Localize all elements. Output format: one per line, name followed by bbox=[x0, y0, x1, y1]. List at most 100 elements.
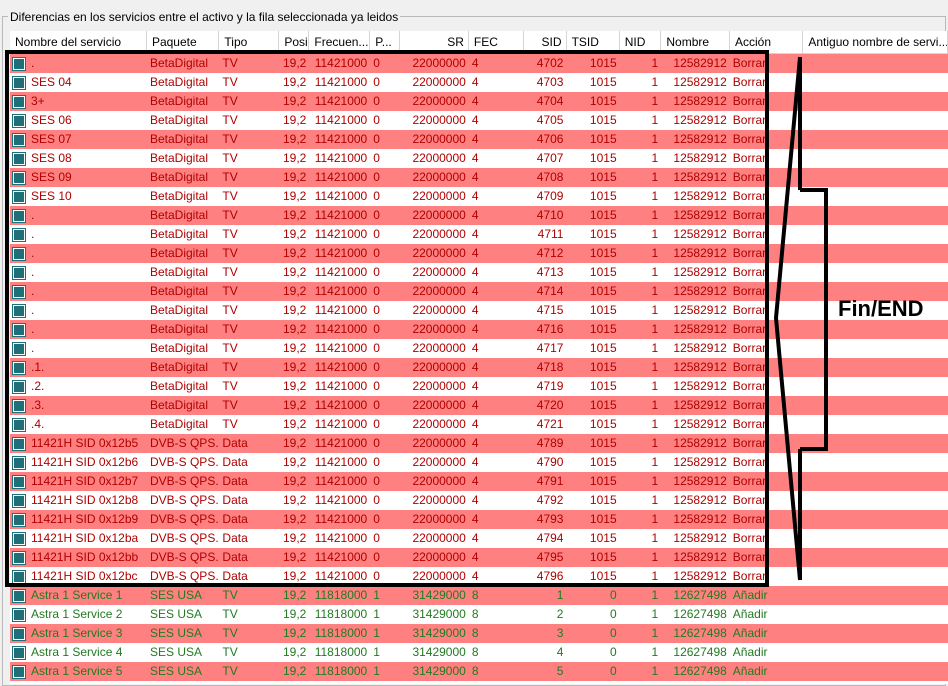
service-icon bbox=[13, 532, 25, 545]
column-header-name[interactable]: Nombre del servicio bbox=[10, 31, 147, 53]
cell-paquete: DVB-S QPS... bbox=[149, 569, 220, 583]
cell-sid: 4790 bbox=[536, 455, 564, 469]
table-row[interactable]: SES 08 BetaDigital TV 19,2 11421000 0 22000000… bbox=[10, 149, 948, 168]
cell-fec: 8 bbox=[471, 607, 479, 621]
service-icon bbox=[13, 646, 25, 659]
column-header-sr[interactable]: SR bbox=[400, 31, 469, 53]
service-name: 11421H SID 0x12bc bbox=[31, 569, 138, 583]
table-row[interactable]: 3+ BetaDigital TV 19,2 11421000 0 22000000 4 470… bbox=[10, 92, 948, 111]
table-row[interactable]: SES 06 BetaDigital TV 19,2 11421000 0 22000000… bbox=[10, 111, 948, 130]
cell-tsid: 0 bbox=[609, 645, 617, 659]
cell-pos: 19,2 bbox=[282, 113, 307, 127]
table-row[interactable]: . BetaDigital TV 19,2 11421000 0 22000000 4 4715… bbox=[10, 301, 948, 320]
column-header-fec[interactable]: FEC bbox=[469, 31, 525, 53]
table-row[interactable]: 11421H SID 0x12ba DVB-S QPS... Data 19,2 114… bbox=[10, 529, 948, 548]
cell-freq: 11421000 bbox=[314, 113, 368, 127]
table-row[interactable]: . BetaDigital TV 19,2 11421000 0 22000000 4 4717… bbox=[10, 339, 948, 358]
cell-tsid: 1015 bbox=[589, 75, 617, 89]
service-icon bbox=[13, 304, 25, 317]
cell-tsid: 1015 bbox=[589, 56, 617, 70]
cell-nid: 1 bbox=[651, 550, 659, 564]
table-row[interactable]: 11421H SID 0x12bb DVB-S QPS... Data 19,2 114… bbox=[10, 548, 948, 567]
cell-pos: 19,2 bbox=[282, 208, 307, 222]
table-row[interactable]: . BetaDigital TV 19,2 11421000 0 22000000 4 4713… bbox=[10, 263, 948, 282]
cell-nombre: 12627498 bbox=[673, 664, 727, 678]
cell-accion: Borrar bbox=[732, 531, 767, 545]
table-row[interactable]: . BetaDigital TV 19,2 11421000 0 22000000 4 4716… bbox=[10, 320, 948, 339]
table-row[interactable]: SES 10 BetaDigital TV 19,2 11421000 0 22000000… bbox=[10, 187, 948, 206]
table-row[interactable]: SES 09 BetaDigital TV 19,2 11421000 0 22000000… bbox=[10, 168, 948, 187]
table-row[interactable]: SES 04 BetaDigital TV 19,2 11421000 0 22000000… bbox=[10, 73, 948, 92]
table-row[interactable]: Astra 1 Service 5 SES USA TV 19,2 11818000 1 3… bbox=[10, 662, 948, 681]
service-name: . bbox=[31, 265, 35, 279]
column-header-tsid[interactable]: TSID bbox=[567, 31, 620, 53]
table-row[interactable]: Astra 1 Service 1 SES USA TV 19,2 11818000 1 3… bbox=[10, 586, 948, 605]
cell-sid: 3 bbox=[556, 626, 564, 640]
services-grid[interactable]: Nombre del servicioPaqueteTipoPosici...F… bbox=[10, 31, 948, 684]
cell-paquete: SES USA bbox=[149, 607, 202, 621]
cell-name: 11421H SID 0x12ba bbox=[10, 529, 147, 548]
cell-p: 0 bbox=[373, 227, 380, 241]
table-row[interactable]: .1. BetaDigital TV 19,2 11421000 0 22000000 4 47… bbox=[10, 358, 948, 377]
cell-accion: Borrar bbox=[732, 56, 767, 70]
cell-paquete: BetaDigital bbox=[149, 113, 208, 127]
table-row[interactable]: 11421H SID 0x12b6 DVB-S QPS... Data 19,2 114… bbox=[10, 453, 948, 472]
cell-freq: 11421000 bbox=[314, 284, 368, 298]
table-row[interactable]: . BetaDigital TV 19,2 11421000 0 22000000 4 4714… bbox=[10, 282, 948, 301]
table-row[interactable]: 11421H SID 0x12b9 DVB-S QPS... Data 19,2 114… bbox=[10, 510, 948, 529]
cell-tipo: Data bbox=[222, 569, 248, 583]
cell-freq: 11421000 bbox=[314, 303, 368, 317]
cell-tipo: TV bbox=[222, 588, 238, 602]
table-row[interactable]: . BetaDigital TV 19,2 11421000 0 22000000 4 4710… bbox=[10, 206, 948, 225]
table-row[interactable]: . BetaDigital TV 19,2 11421000 0 22000000 4 4702… bbox=[10, 54, 948, 73]
table-row[interactable]: 11421H SID 0x12b5 DVB-S QPS... Data 19,2 114… bbox=[10, 434, 948, 453]
service-name: 11421H SID 0x12b6 bbox=[31, 455, 139, 469]
cell-p: 0 bbox=[373, 398, 380, 412]
cell-nombre: 12627498 bbox=[673, 588, 727, 602]
table-row[interactable]: .4. BetaDigital TV 19,2 11421000 0 22000000 4 47… bbox=[10, 415, 948, 434]
column-header-nombre[interactable]: Nombre bbox=[661, 31, 730, 53]
cell-tipo: TV bbox=[222, 94, 238, 108]
table-row[interactable]: 11421H SID 0x12b7 DVB-S QPS... Data 19,2 114… bbox=[10, 472, 948, 491]
table-row[interactable]: 11421H SID 0x12b8 DVB-S QPS... Data 19,2 114… bbox=[10, 491, 948, 510]
cell-old bbox=[803, 320, 948, 339]
cell-tsid: 1015 bbox=[589, 455, 617, 469]
cell-tipo: TV bbox=[222, 227, 238, 241]
column-header-sid[interactable]: SID bbox=[524, 31, 567, 53]
column-header-accion[interactable]: Acción bbox=[730, 31, 804, 53]
cell-freq: 11421000 bbox=[314, 151, 368, 165]
cell-p: 0 bbox=[373, 303, 380, 317]
table-row[interactable]: .2. BetaDigital TV 19,2 11421000 0 22000000 4 47… bbox=[10, 377, 948, 396]
cell-tsid: 1015 bbox=[589, 417, 617, 431]
cell-paquete: SES USA bbox=[149, 664, 202, 678]
column-header-nid[interactable]: NID bbox=[620, 31, 662, 53]
table-row[interactable]: SES 07 BetaDigital TV 19,2 11421000 0 22000000… bbox=[10, 130, 948, 149]
column-header-p[interactable]: P... bbox=[370, 31, 401, 53]
cell-fec: 4 bbox=[471, 227, 479, 241]
cell-sid: 4714 bbox=[536, 284, 564, 298]
cell-sid: 4706 bbox=[536, 132, 564, 146]
cell-tipo: Data bbox=[222, 436, 248, 450]
cell-name: 11421H SID 0x12b5 bbox=[10, 434, 147, 453]
table-row[interactable]: Astra 1 Service 4 SES USA TV 19,2 11818000 1 3… bbox=[10, 643, 948, 662]
table-row[interactable]: Astra 1 Service 3 SES USA TV 19,2 11818000 1 3… bbox=[10, 624, 948, 643]
column-header-old[interactable]: Antiguo nombre de servi... bbox=[803, 31, 948, 53]
column-header-paquete[interactable]: Paquete bbox=[147, 31, 220, 53]
cell-tipo: TV bbox=[222, 170, 238, 184]
cell-freq: 11818000 bbox=[314, 645, 368, 659]
column-header-freq[interactable]: Frecuen... bbox=[309, 31, 371, 53]
table-row[interactable]: .3. BetaDigital TV 19,2 11421000 0 22000000 4 47… bbox=[10, 396, 948, 415]
cell-paquete: DVB-S QPS... bbox=[149, 531, 220, 545]
cell-sid: 4709 bbox=[536, 189, 564, 203]
cell-sr: 22000000 bbox=[412, 303, 466, 317]
cell-name: 11421H SID 0x12bc bbox=[10, 567, 147, 586]
table-row[interactable]: Astra 1 Service 2 SES USA TV 19,2 11818000 1 3… bbox=[10, 605, 948, 624]
table-row[interactable]: . BetaDigital TV 19,2 11421000 0 22000000 4 4711… bbox=[10, 225, 948, 244]
column-header-pos[interactable]: Posici... bbox=[279, 31, 310, 53]
column-header-tipo[interactable]: Tipo bbox=[219, 31, 280, 53]
cell-old bbox=[803, 510, 948, 529]
cell-pos: 19,2 bbox=[282, 94, 307, 108]
table-row[interactable]: . BetaDigital TV 19,2 11421000 0 22000000 4 4712… bbox=[10, 244, 948, 263]
cell-tsid: 1015 bbox=[589, 493, 617, 507]
table-row[interactable]: 11421H SID 0x12bc DVB-S QPS... Data 19,2 114… bbox=[10, 567, 948, 586]
